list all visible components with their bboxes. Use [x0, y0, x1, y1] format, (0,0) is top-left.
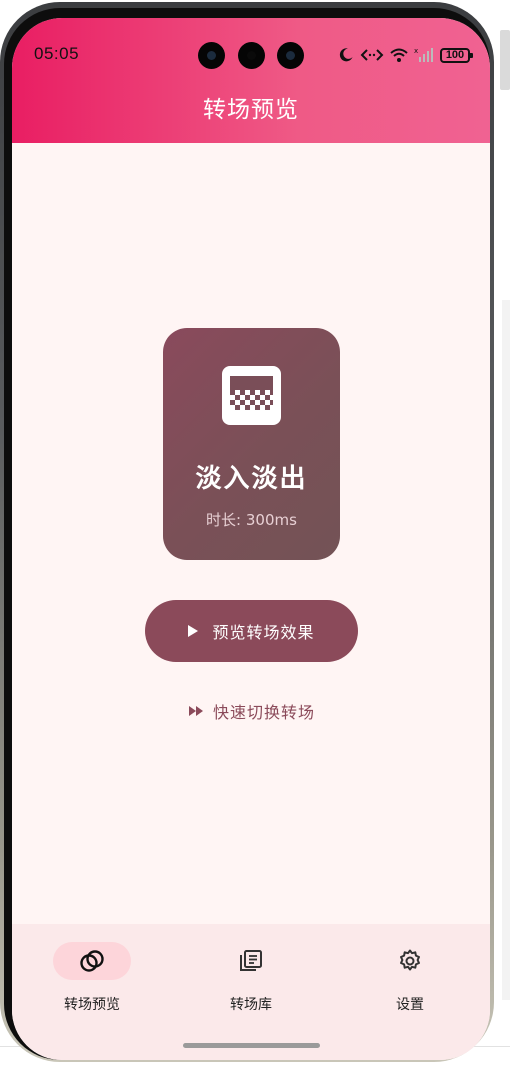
nav-icon-wrap — [371, 942, 449, 980]
nav-icon-wrap — [212, 942, 290, 980]
page-title: 转场预览 — [203, 97, 299, 123]
code-bracket-icon — [360, 49, 384, 61]
fast-forward-icon — [188, 706, 203, 716]
svg-text:x: x — [414, 47, 418, 55]
phone-screen: 05:05 x 100 转场预览 淡入淡出 时长: 300ms 预览转场效果 快… — [12, 18, 490, 1060]
quick-switch-link[interactable]: 快速切换转场 — [172, 698, 332, 724]
play-icon — [188, 625, 199, 637]
camera-lens-icon — [198, 42, 225, 69]
nav-item-settings[interactable]: 设置 — [350, 942, 470, 1013]
nav-label-preview: 转场预览 — [64, 997, 120, 1013]
nav-item-preview[interactable]: 转场预览 — [32, 942, 152, 1013]
camera-lens-icon — [277, 42, 304, 69]
moon-icon — [339, 48, 353, 62]
signal-icon: x — [414, 47, 433, 62]
nav-item-library[interactable]: 转场库 — [191, 942, 311, 1013]
status-bar: 05:05 x 100 — [12, 18, 490, 76]
side-panel — [502, 300, 510, 1000]
quick-switch-label: 快速切换转场 — [212, 703, 315, 722]
bottom-navigation: 转场预览 转场库 设置 — [12, 924, 490, 1060]
transition-name: 淡入淡出 — [195, 464, 308, 494]
transition-duration: 时长: 300ms — [206, 511, 297, 529]
screenshot-stage: 05:05 x 100 转场预览 淡入淡出 时长: 300ms 预览转场效果 快… — [0, 0, 510, 1065]
home-indicator[interactable] — [183, 1043, 320, 1048]
transition-card[interactable]: 淡入淡出 时长: 300ms — [163, 328, 340, 560]
gear-icon — [400, 949, 420, 971]
side-scrollbar — [500, 30, 510, 90]
phone-bezel: 05:05 x 100 转场预览 淡入淡出 时长: 300ms 预览转场效果 快… — [4, 8, 490, 1060]
status-icons: x 100 — [338, 44, 473, 66]
overlap-circles-icon — [80, 950, 104, 972]
wifi-icon — [390, 48, 408, 62]
nav-label-library: 转场库 — [230, 997, 272, 1013]
phone-frame: 05:05 x 100 转场预览 淡入淡出 时长: 300ms 预览转场效果 快… — [0, 2, 494, 1062]
preview-transition-button[interactable]: 预览转场效果 — [145, 600, 358, 662]
library-icon — [240, 950, 262, 971]
status-time: 05:05 — [34, 44, 80, 63]
camera-cluster — [198, 42, 308, 70]
nav-label-settings: 设置 — [396, 997, 424, 1013]
camera-lens-icon — [238, 42, 265, 69]
fade-pattern-icon — [222, 366, 281, 425]
nav-active-pill — [53, 942, 131, 980]
battery-icon: 100 — [440, 47, 473, 63]
preview-button-label: 预览转场效果 — [212, 623, 315, 642]
app-header: 05:05 x 100 转场预览 — [12, 18, 490, 143]
